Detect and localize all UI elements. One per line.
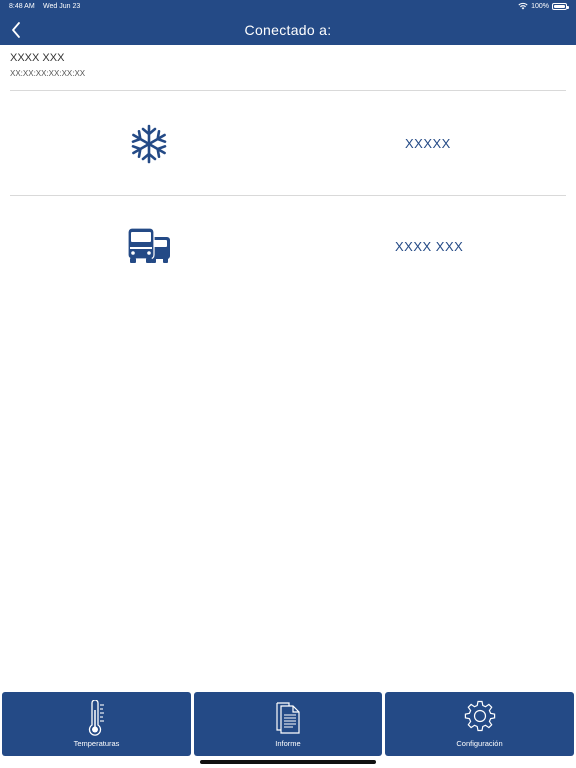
divider [10, 90, 566, 91]
status-bar: 8:48 AM Wed Jun 23 100% [0, 0, 576, 14]
status-time: 8:48 AM [9, 3, 35, 10]
battery-icon [552, 2, 569, 10]
tab-label: Informe [275, 739, 301, 748]
battery-percentage: 100% [531, 2, 549, 10]
tab-label: Configuración [456, 739, 503, 748]
tab-label: Temperaturas [73, 739, 120, 748]
status-date: Wed Jun 23 [43, 3, 81, 10]
tab-configuracion[interactable]: Configuración [385, 692, 574, 756]
refrigeration-value: XXXXX [405, 136, 451, 151]
vehicle-value: XXXX XXX [395, 239, 464, 254]
gear-icon [464, 700, 496, 737]
page-title: Conectado a: [244, 22, 332, 38]
divider [10, 195, 566, 196]
tab-bar: Temperaturas Informe Configuración [0, 692, 576, 756]
device-mac-address: XX:XX:XX:XX:XX:XX [10, 69, 86, 78]
status-indicators: 100% [518, 2, 569, 10]
trucks-icon [127, 227, 171, 269]
tab-informe[interactable]: Informe [194, 692, 382, 756]
thermometer-icon [87, 699, 107, 741]
document-icon [273, 700, 303, 741]
device-name: XXXX XXX [10, 52, 65, 64]
navigation-bar: 8:48 AM Wed Jun 23 100% Conectado a: [0, 0, 576, 45]
snowflake-icon [128, 123, 170, 170]
tab-temperaturas[interactable]: Temperaturas [2, 692, 191, 756]
home-indicator[interactable] [200, 760, 376, 764]
wifi-icon [518, 2, 528, 10]
